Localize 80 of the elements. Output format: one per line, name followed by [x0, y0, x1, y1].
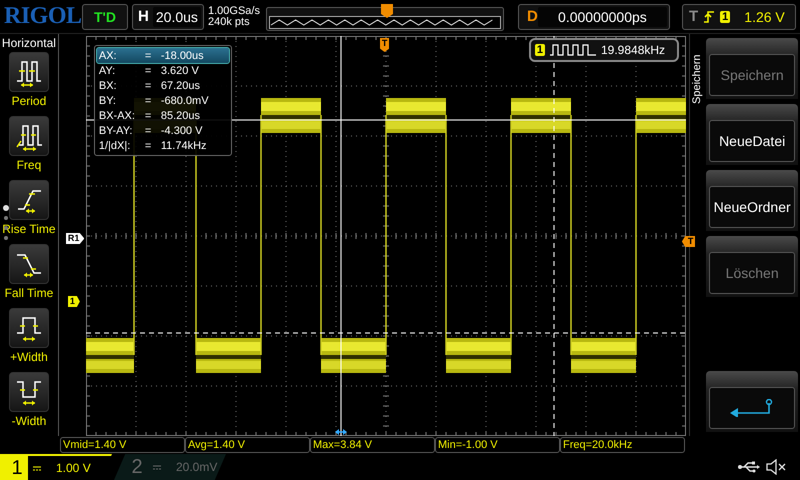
menu-title: Speichern: [691, 53, 704, 104]
delay-label: D: [527, 8, 538, 25]
readout-label: BX:: [98, 80, 118, 92]
readout-label: BX-AX:: [98, 110, 136, 122]
coupling-icon: [32, 466, 42, 470]
readout-label: BY:: [98, 94, 117, 106]
equals-sign: =: [144, 110, 152, 122]
measure-button[interactable]: [8, 116, 49, 156]
memory-depth: 240k pts: [208, 16, 251, 28]
equals-sign: =: [144, 94, 152, 106]
square-wave-icon: [550, 44, 596, 56]
run-status[interactable]: T'D: [82, 4, 128, 30]
coupling-icon: [152, 464, 162, 470]
readout-row[interactable]: BY-AY: = -4.300 V: [96, 123, 229, 138]
readout-row[interactable]: BX-AX: = 85.20us: [96, 108, 229, 123]
measure-button[interactable]: [8, 308, 49, 348]
menu-button[interactable]: NeueOrdner: [706, 170, 798, 231]
measure-button[interactable]: [8, 52, 49, 92]
measurement-readout: Vmid=1.40 V: [60, 437, 185, 453]
back-button[interactable]: [706, 371, 798, 432]
measure-label: Fall Time: [4, 286, 54, 300]
readout-value: -4.300 V: [160, 124, 204, 136]
sidebar-title: Horizontal: [2, 35, 56, 52]
channel-button[interactable]: 1 1.00 V: [0, 454, 112, 480]
readout-value: -18.00us: [160, 50, 205, 62]
trigger-label: T: [689, 8, 698, 25]
sample-rate: 1.00GSa/s: [208, 6, 261, 16]
readout-row[interactable]: BX: = 67.20us: [96, 78, 229, 93]
measure-label: Period: [12, 94, 46, 108]
readout-row[interactable]: AX: = -18.00us: [96, 48, 229, 63]
mute-icon[interactable]: [766, 459, 786, 475]
rising-edge-icon: [704, 10, 714, 24]
timebase-value: 20.0us: [152, 6, 201, 26]
readout-label: BY-AY:: [98, 124, 134, 136]
readout-value: 85.20us: [160, 110, 202, 122]
readout-label: 1/|dX|:: [98, 140, 132, 152]
channel-marker[interactable]: 1: [68, 296, 80, 307]
counter-value: 19.9848kHz: [600, 43, 666, 57]
readout-label: AX:: [98, 50, 118, 62]
trigger-source: 1: [720, 10, 730, 22]
equals-sign: =: [144, 50, 152, 62]
equals-sign: =: [144, 124, 152, 136]
measure-label: +Width: [10, 350, 48, 364]
readout-value: 3.620 V: [160, 64, 200, 76]
measure-label: Freq: [16, 158, 42, 172]
equals-sign: =: [144, 64, 152, 76]
measurement-readout: Min=-1.00 V: [435, 437, 560, 453]
cursor-line[interactable]: [86, 332, 686, 334]
measurement-readout: Freq=20.0kHz: [560, 437, 685, 453]
trigger-control[interactable]: T 1 1.26 V: [682, 4, 796, 30]
double-arrow-icon: [334, 428, 347, 436]
cursor-line[interactable]: [553, 36, 554, 436]
readout-value: 67.20us: [160, 80, 202, 92]
readout-value: -680.0mV: [160, 94, 210, 106]
delay-control[interactable]: D 0.00000000ps: [518, 4, 670, 30]
readout-value: 11.74kHz: [160, 140, 208, 152]
readout-row[interactable]: BY: = -680.0mV: [96, 93, 229, 108]
equals-sign: =: [144, 80, 152, 92]
timebase-control[interactable]: H 20.0us: [132, 4, 204, 30]
delay-value: 0.00000000ps: [538, 6, 667, 26]
readout-row[interactable]: AY: = 3.620 V: [96, 63, 229, 78]
counter-channel: 1: [534, 44, 545, 56]
trigger-position-marker[interactable]: T: [380, 38, 390, 52]
trigger-level: 1.26 V: [744, 8, 785, 24]
usb-icon: [738, 460, 760, 474]
timebase-label: H: [138, 8, 149, 25]
trigger-level-marker[interactable]: T: [682, 236, 696, 247]
equals-sign: =: [144, 140, 152, 152]
measure-button[interactable]: [8, 244, 49, 284]
readout-row[interactable]: 1/|dX|: = 11.74kHz: [96, 138, 229, 153]
reference-marker[interactable]: R1: [66, 233, 84, 244]
readout-label: AY:: [98, 64, 116, 76]
measure-label: Rise Time: [2, 222, 56, 236]
measurement-readout: Avg=1.40 V: [185, 437, 310, 453]
measure-button[interactable]: [8, 372, 49, 412]
cursor-line[interactable]: [340, 36, 342, 436]
measure-button[interactable]: [8, 180, 49, 220]
measurement-readout: Max=3.84 V: [310, 437, 435, 453]
menu-button[interactable]: NeueDatei: [706, 104, 798, 165]
measure-label: -Width: [12, 414, 46, 428]
